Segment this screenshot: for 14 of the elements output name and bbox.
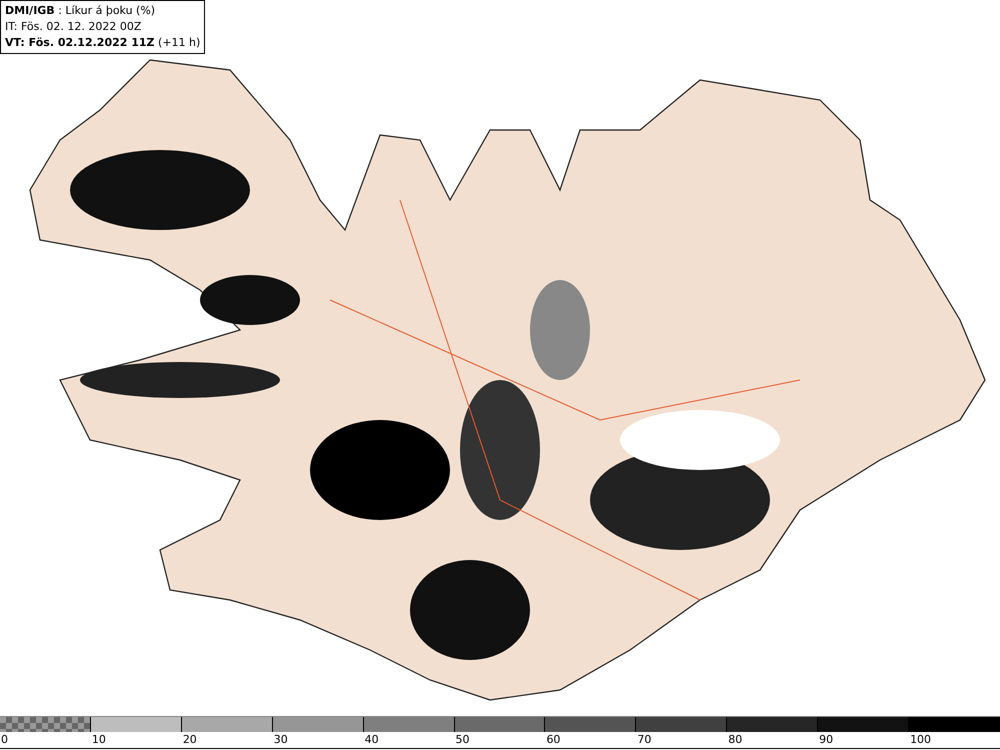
- legend-label: 60: [545, 732, 562, 748]
- legend-label: 0: [0, 732, 9, 748]
- legend-label: 20: [182, 732, 198, 748]
- map-title: DMI/IGB : Líkur á þoku (%): [5, 3, 156, 19]
- legend-label: 10: [90, 732, 107, 748]
- issue-time: IT: Fös. 02. 12. 2022 00Z: [5, 19, 142, 35]
- legend-label: 100: [909, 732, 932, 748]
- legend-label: 40: [364, 732, 380, 748]
- legend-label: 80: [727, 732, 744, 748]
- legend-label: 30: [272, 732, 289, 748]
- legend-label: 90: [818, 732, 834, 748]
- legend-label: 70: [636, 732, 652, 748]
- legend-label: 50: [454, 732, 471, 748]
- valid-time: VT: Fös. 02.12.2022 11Z (+11 h): [5, 35, 200, 51]
